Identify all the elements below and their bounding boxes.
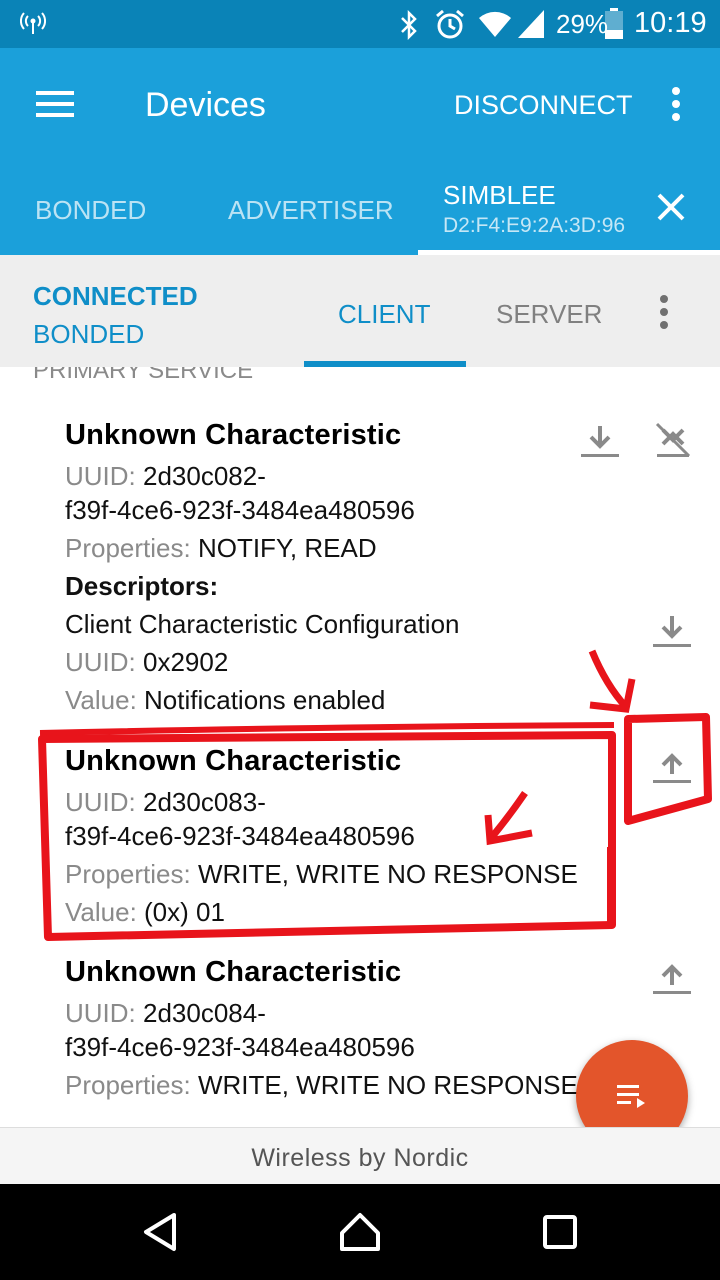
disconnect-button[interactable]: DISCONNECT <box>454 90 633 121</box>
annotation-overlay <box>38 649 712 941</box>
home-button[interactable] <box>330 1206 390 1258</box>
tab-simblee[interactable]: SIMBLEE D2:F4:E9:2A:3D:96 <box>418 168 720 255</box>
bond-state: BONDED <box>33 319 145 349</box>
home-icon <box>340 1213 380 1251</box>
footer-text: Wireless by Nordic <box>251 1144 469 1172</box>
battery-percent: 29% <box>556 9 609 39</box>
more-vert-icon <box>660 295 668 329</box>
highlight-box-button <box>624 713 712 825</box>
tab-client[interactable]: CLIENT <box>304 255 466 367</box>
back-icon <box>144 1213 176 1251</box>
sub-overflow-button[interactable] <box>646 291 682 333</box>
arrow-annotation <box>489 791 528 840</box>
more-vert-icon <box>672 87 680 121</box>
tab-server[interactable]: SERVER <box>466 255 628 367</box>
wifi-icon <box>479 11 511 38</box>
recents-button[interactable] <box>530 1206 590 1258</box>
recents-icon <box>543 1215 577 1249</box>
tab-server-label: SERVER <box>496 299 603 329</box>
tab-advertiser[interactable]: ADVERTISER <box>228 195 394 226</box>
footer: Wireless by Nordic <box>0 1127 720 1185</box>
log-icon <box>617 1085 645 1108</box>
hamburger-icon <box>36 91 74 117</box>
arrow-annotation <box>588 649 629 710</box>
tab-simblee-label: SIMBLEE <box>443 180 556 210</box>
hotspot-icon <box>20 12 46 34</box>
bluetooth-icon <box>401 10 417 40</box>
back-button[interactable] <box>130 1206 190 1258</box>
app-bar: Devices DISCONNECT BONDED ADVERTISER SIM… <box>0 48 720 255</box>
alarm-icon <box>436 9 464 39</box>
close-device-button[interactable] <box>650 186 692 228</box>
page-title: Devices <box>145 86 266 124</box>
connection-bar: CONNECTED BONDED CLIENT SERVER <box>0 255 720 367</box>
connection-state: CONNECTED <box>33 281 198 311</box>
tab-simblee-address: D2:F4:E9:2A:3D:96 <box>443 214 626 237</box>
signal-icon <box>518 10 544 38</box>
tab-bonded[interactable]: BONDED <box>35 195 146 226</box>
menu-button[interactable] <box>26 78 86 130</box>
battery-icon <box>605 8 623 39</box>
clock: 10:19 <box>634 7 707 39</box>
system-nav-bar <box>0 1184 720 1280</box>
characteristics-list: PRIMARY SERVICE Unknown Characteristic U… <box>0 367 720 1127</box>
status-bar: 29% 10:19 <box>0 0 720 48</box>
close-icon <box>657 193 685 221</box>
tab-client-label: CLIENT <box>338 299 431 329</box>
overflow-menu-button[interactable] <box>656 78 696 130</box>
